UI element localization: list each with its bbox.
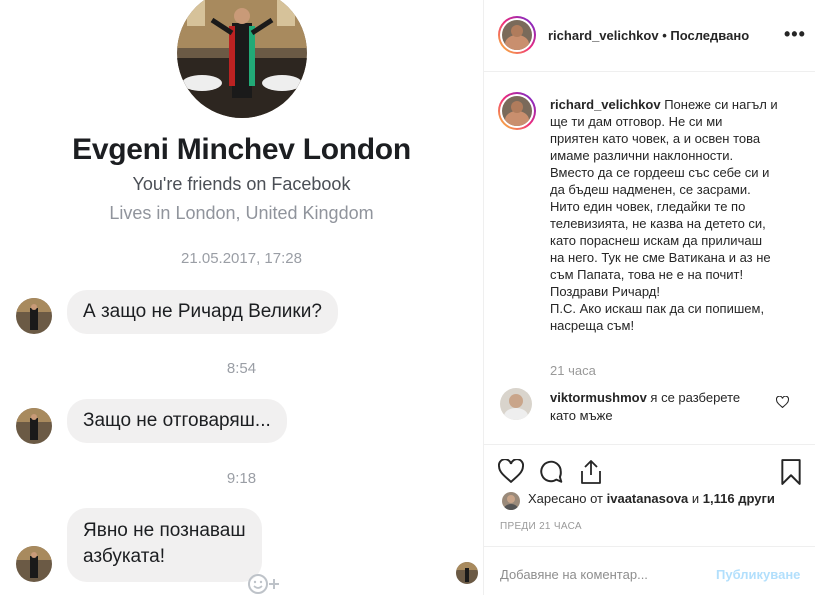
commenter-avatar[interactable] bbox=[500, 388, 532, 420]
likes-prefix: Харесано от bbox=[528, 491, 607, 506]
liker-avatar[interactable] bbox=[502, 492, 520, 510]
caption-line: като пораснеш искам да приличаш bbox=[550, 233, 762, 248]
sender-avatar[interactable] bbox=[16, 298, 52, 334]
message-timestamp: 21.05.2017, 17:28 bbox=[181, 250, 302, 267]
heart-icon[interactable] bbox=[497, 458, 525, 488]
location-text: Lives in London, United Kingdom bbox=[109, 203, 374, 223]
header-user-line: richard_velichkov • Последвано bbox=[548, 28, 749, 43]
publish-button[interactable]: Публикуване bbox=[716, 567, 800, 582]
comment: viktormushmov я се разберете като мъже bbox=[550, 389, 760, 425]
liker-username[interactable]: ivaatanasova bbox=[607, 491, 689, 506]
post-timestamp[interactable]: ПРЕДИ 21 ЧАСА bbox=[500, 521, 582, 532]
messenger-conversation: Evgeni Minchev London You're friends on … bbox=[0, 0, 483, 595]
post-header: richard_velichkov • Последвано ••• bbox=[484, 0, 815, 72]
caption-line: на него. Тук не сме Ватикана и аз не bbox=[550, 250, 771, 265]
contact-name: Evgeni Minchev London bbox=[72, 133, 411, 166]
comment-text: я се разберете bbox=[646, 390, 741, 405]
message-timestamp: 8:54 bbox=[226, 360, 257, 377]
caption-line: Вместо да се гордееш със себе си и bbox=[550, 165, 770, 180]
caption-time[interactable]: 21 часа bbox=[550, 363, 596, 378]
caption-line: Поздрави Ричард! bbox=[550, 284, 660, 299]
caption-line: съм Папата, това не е на почит! bbox=[550, 267, 744, 282]
share-icon[interactable] bbox=[579, 459, 603, 490]
author-avatar[interactable] bbox=[498, 16, 536, 54]
caption-line: имаме различни наклонности. bbox=[550, 148, 734, 163]
caption-author-avatar[interactable] bbox=[498, 92, 536, 130]
likes-middle: и bbox=[688, 491, 703, 506]
seen-avatar bbox=[456, 562, 478, 584]
separator-dot: • bbox=[662, 28, 667, 43]
message-bubble[interactable]: А защо не Ричард Велики? bbox=[67, 290, 338, 334]
caption-line: ще ти дам отговор. Не си ми bbox=[550, 114, 723, 129]
avatar-image bbox=[16, 408, 52, 444]
ellipsis-icon[interactable]: ••• bbox=[784, 24, 806, 45]
comment-text: като мъже bbox=[550, 408, 613, 423]
post-caption: richard_velichkov Понеже си нагъл и ще т… bbox=[550, 96, 800, 334]
friends-status: You're friends on Facebook bbox=[132, 174, 351, 194]
caption-line: насреща съм! bbox=[550, 318, 635, 333]
likes-count[interactable]: 1,116 други bbox=[703, 491, 775, 506]
avatar-image bbox=[500, 388, 532, 420]
sender-avatar[interactable] bbox=[16, 408, 52, 444]
message-line: Явно не познаваш bbox=[83, 520, 246, 541]
smiley-plus-icon[interactable] bbox=[247, 573, 283, 595]
message-timestamp: 9:18 bbox=[226, 470, 257, 487]
avatar-image bbox=[502, 96, 532, 126]
bookmark-icon[interactable] bbox=[780, 459, 802, 490]
caption-line: П.С. Ако искаш пак да си попишем, bbox=[550, 301, 765, 316]
caption-line: да бъдеш надменен, се засрами. bbox=[550, 182, 751, 197]
caption-line: Нито един човек, гледайки те по bbox=[550, 199, 746, 214]
comment-icon[interactable] bbox=[538, 459, 564, 490]
follow-status[interactable]: Последвано bbox=[670, 28, 749, 43]
avatar-image bbox=[16, 298, 52, 334]
instagram-post-panel: richard_velichkov • Последвано ••• richa… bbox=[483, 0, 815, 595]
sender-avatar[interactable] bbox=[16, 546, 52, 582]
comment-like-heart-icon[interactable] bbox=[775, 395, 790, 413]
comment-input[interactable]: Добавяне на коментар... bbox=[500, 567, 648, 582]
add-comment-row: Добавяне на коментар... Публикуване bbox=[484, 546, 815, 595]
comment-username[interactable]: viktormushmov bbox=[550, 390, 647, 405]
avatar-image bbox=[16, 546, 52, 582]
profile-photo[interactable] bbox=[177, 0, 307, 118]
caption-line: Понеже си нагъл и bbox=[664, 97, 778, 112]
profile-photo-image bbox=[177, 0, 307, 118]
caption-line: приятен като човек, а и освен това bbox=[550, 131, 761, 146]
author-username[interactable]: richard_velichkov bbox=[548, 28, 659, 43]
caption-username[interactable]: richard_velichkov bbox=[550, 97, 661, 112]
likes-summary: Харесано от ivaatanasova и 1,116 други bbox=[528, 491, 775, 506]
message-line: азбуката! bbox=[83, 546, 166, 567]
avatar-image bbox=[502, 20, 532, 50]
caption-line: телевизията, не казва на детето си, bbox=[550, 216, 766, 231]
message-bubble[interactable]: Явно не познаваш азбуката! bbox=[67, 508, 262, 582]
message-bubble[interactable]: Защо не отговаряш... bbox=[67, 399, 287, 443]
